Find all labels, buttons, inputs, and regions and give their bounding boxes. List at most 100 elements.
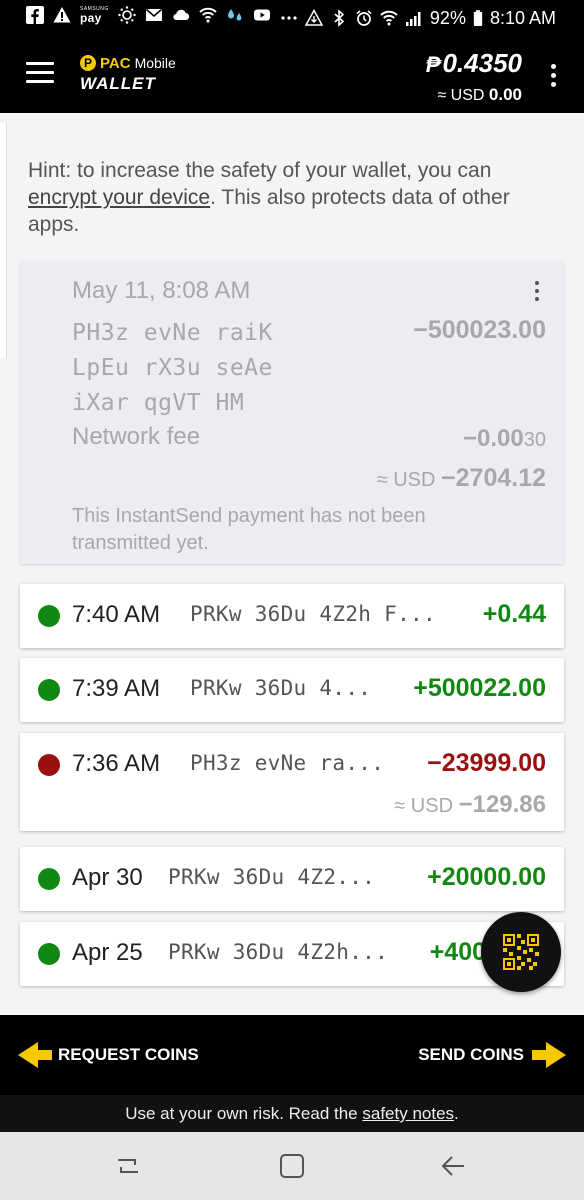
usd-prefix: ≈ USD bbox=[394, 795, 454, 817]
status-dot bbox=[38, 943, 60, 965]
status-time: 8:10 AM bbox=[489, 8, 556, 28]
tx-time: Apr 30 bbox=[72, 864, 143, 891]
tx-address: PH3z evNe ra... bbox=[190, 751, 385, 775]
tx-amount: +20000.00 bbox=[427, 863, 546, 891]
back-icon[interactable] bbox=[440, 1152, 468, 1180]
status-dot bbox=[38, 605, 60, 627]
safety-notes-link[interactable]: safety notes bbox=[362, 1104, 454, 1123]
address-line: iXar qgVT HM bbox=[72, 390, 245, 416]
pending-address: PH3z evNe raiK LpEu rX3u seAe iXar qgVT … bbox=[72, 316, 273, 421]
pending-date: May 11, 8:08 AM bbox=[72, 277, 251, 304]
request-coins-label: REQUEST COINS bbox=[58, 1045, 199, 1064]
pending-note: This InstantSend payment has not been tr… bbox=[72, 505, 426, 554]
system-nav-bar bbox=[0, 1132, 584, 1200]
cloud-icon bbox=[173, 9, 189, 21]
data-saver-icon bbox=[304, 9, 323, 26]
balance-usd-prefix: ≈ USD bbox=[437, 87, 485, 104]
send-coins-button[interactable]: SEND COINS bbox=[418, 1042, 566, 1068]
transaction-row[interactable]: 7:40 AM PRKw 36Du 4Z2h F... +0.44 bbox=[20, 584, 564, 648]
pending-transaction-card[interactable]: May 11, 8:08 AM PH3z evNe raiK LpEu rX3u… bbox=[20, 261, 564, 564]
tx-amount: +0.44 bbox=[482, 600, 546, 628]
tx-time: 7:39 AM bbox=[72, 675, 161, 702]
signal-icon bbox=[405, 12, 421, 26]
pending-usd: ≈ USD −2704.12 bbox=[377, 464, 546, 493]
network-fee-value: −0.0030 bbox=[463, 425, 546, 453]
tx-amount: +400 bbox=[429, 938, 486, 966]
hint-text: Hint: to increase the safety of your wal… bbox=[28, 157, 548, 238]
usd-prefix: ≈ USD bbox=[376, 469, 436, 491]
send-coins-label: SEND COINS bbox=[418, 1045, 524, 1064]
overflow-menu-icon[interactable] bbox=[550, 64, 556, 88]
transaction-row[interactable]: 7:36 AM PH3z evNe ra... −23999.00 ≈ USD … bbox=[20, 733, 564, 831]
tx-time: Apr 25 bbox=[72, 939, 143, 966]
arrow-left-icon bbox=[18, 1042, 52, 1068]
risk-suffix: . bbox=[454, 1104, 459, 1123]
arrow-right-icon bbox=[532, 1042, 566, 1068]
drawer-edge bbox=[0, 123, 7, 358]
pac-logo-mark: P bbox=[80, 55, 96, 71]
usd-value: −2704.12 bbox=[441, 464, 546, 492]
transaction-row[interactable]: 7:39 AM PRKw 36Du 4... +500022.00 bbox=[20, 658, 564, 722]
alarm-icon bbox=[356, 10, 372, 26]
encrypt-device-link[interactable]: encrypt your device bbox=[28, 186, 210, 209]
balance-amount: 0.4350 bbox=[442, 48, 522, 78]
status-bar: SAMSUNG pay 92% 8:10 AM bbox=[0, 0, 584, 36]
currency-symbol: ₱ bbox=[425, 52, 441, 77]
pending-amount: −500023.00 bbox=[413, 316, 546, 344]
app-bar: P PAC Mobile WALLET ₱0.4350 ≈ USD 0.00 bbox=[0, 36, 584, 113]
status-dot bbox=[38, 679, 60, 701]
battery-icon bbox=[473, 9, 483, 26]
action-bar: REQUEST COINS SEND COINS bbox=[0, 1015, 584, 1095]
menu-icon[interactable] bbox=[26, 62, 54, 84]
system-icons: 92% 8:10 AM bbox=[280, 6, 556, 30]
transaction-row[interactable]: Apr 30 PRKw 36Du 4Z2... +20000.00 bbox=[20, 847, 564, 911]
battery-percent: 92% bbox=[429, 8, 466, 28]
drops-icon bbox=[227, 9, 242, 21]
home-icon[interactable] bbox=[278, 1152, 306, 1180]
more-dots-icon bbox=[281, 16, 297, 20]
tx-address: PRKw 36Du 4Z2h... bbox=[168, 940, 389, 964]
request-coins-button[interactable]: REQUEST COINS bbox=[18, 1042, 199, 1068]
tx-time: 7:36 AM bbox=[72, 750, 161, 777]
samsung-pay-icon: SAMSUNG pay bbox=[80, 6, 109, 24]
facebook-icon bbox=[26, 6, 44, 24]
youtube-icon bbox=[253, 9, 270, 21]
tx-address: PRKw 36Du 4... bbox=[190, 676, 372, 700]
wifi-icon bbox=[380, 10, 398, 26]
status-dot bbox=[38, 868, 60, 890]
usd-value: −129.86 bbox=[458, 791, 546, 818]
hint-prefix: Hint: to increase the safety of your wal… bbox=[28, 159, 492, 182]
sun-dots-icon bbox=[118, 6, 136, 24]
app-logo: P PAC Mobile WALLET bbox=[80, 53, 176, 94]
address-line: PH3z evNe raiK bbox=[72, 320, 273, 346]
risk-notice: Use at your own risk. Read the safety no… bbox=[0, 1095, 584, 1132]
logo-brand: PAC bbox=[100, 54, 131, 72]
warning-icon bbox=[53, 7, 71, 23]
risk-prefix: Use at your own risk. Read the bbox=[125, 1104, 363, 1123]
scan-qr-button[interactable] bbox=[481, 912, 561, 992]
wifi-icon bbox=[199, 7, 217, 23]
tx-usd: ≈ USD −129.86 bbox=[394, 791, 546, 819]
card-overflow-icon[interactable] bbox=[534, 281, 540, 301]
address-line: LpEu rX3u seAe bbox=[72, 355, 273, 381]
status-dot bbox=[38, 754, 60, 776]
logo-wallet: WALLET bbox=[80, 74, 156, 93]
notification-icons: SAMSUNG pay bbox=[26, 6, 271, 24]
tx-time: 7:40 AM bbox=[72, 601, 161, 628]
tx-amount: +500022.00 bbox=[413, 674, 546, 702]
mail-icon bbox=[145, 8, 162, 21]
logo-subtitle: Mobile bbox=[134, 55, 176, 71]
qr-code-icon bbox=[503, 934, 539, 970]
pay-label: pay bbox=[80, 11, 102, 25]
balance-usd-value: 0.00 bbox=[488, 85, 522, 104]
tx-amount: −23999.00 bbox=[427, 749, 546, 777]
fee-main: −0.00 bbox=[463, 425, 524, 452]
network-fee-label: Network fee bbox=[72, 423, 201, 450]
transaction-list[interactable]: Hint: to increase the safety of your wal… bbox=[0, 113, 584, 1015]
fee-small: 30 bbox=[523, 429, 546, 451]
tx-address: PRKw 36Du 4Z2h F... bbox=[190, 602, 436, 626]
bluetooth-icon bbox=[334, 9, 345, 27]
tx-address: PRKw 36Du 4Z2... bbox=[168, 865, 376, 889]
wallet-balance[interactable]: ₱0.4350 ≈ USD 0.00 bbox=[426, 47, 522, 107]
recents-icon[interactable] bbox=[114, 1152, 142, 1180]
